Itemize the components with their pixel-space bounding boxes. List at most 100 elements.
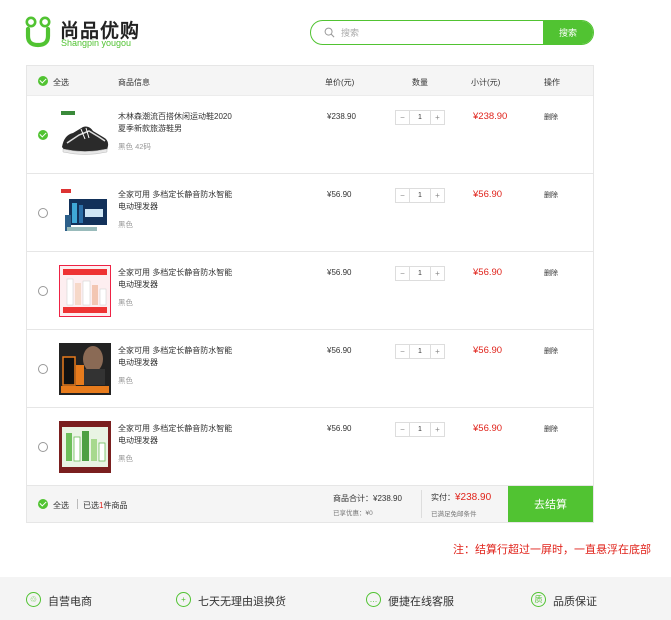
service-label: 七天无理由退换货 [198, 596, 286, 608]
divider [77, 499, 78, 509]
product-name[interactable]: 全家可用 多档定长静音防水智能电动理发器 [118, 267, 238, 291]
sneaker-photo [59, 109, 111, 161]
product-image[interactable] [59, 343, 111, 395]
item-subtotal: ¥56.90 [473, 189, 503, 200]
quality-icon: 质 [531, 592, 546, 607]
service-label: 自营电商 [48, 596, 92, 608]
search-bar: 搜索 [310, 20, 594, 45]
column-product-info: 商品信息 [118, 78, 150, 87]
item-subtotal: ¥238.90 [473, 111, 508, 122]
product-image[interactable] [59, 109, 111, 161]
quantity-value[interactable]: 1 [410, 267, 430, 280]
unit-price: ¥56.90 [327, 268, 352, 277]
increase-button[interactable]: + [430, 189, 444, 202]
search-input[interactable] [341, 21, 541, 44]
cart-item-row: 全家可用 多档定长静音防水智能电动理发器 黑色 ¥56.90 − 1 + ¥56… [27, 252, 593, 330]
skincare-set-photo [59, 265, 111, 317]
logo[interactable]: 尚品优购 Shangpin yougou [25, 16, 165, 50]
cart-item-row: 全家可用 多档定长静音防水智能电动理发器 黑色 ¥56.90 − 1 + ¥56… [27, 330, 593, 408]
checkout-button[interactable]: 去结算 [508, 486, 593, 522]
quantity-value[interactable]: 1 [410, 111, 430, 124]
delete-link[interactable]: 删除 [544, 112, 558, 122]
item-checkbox[interactable] [38, 364, 48, 374]
pay-total: 实付：¥238.90 [431, 492, 492, 503]
product-name[interactable]: 全家可用 多档定长静音防水智能电动理发器 [118, 345, 238, 369]
product-image[interactable] [59, 265, 111, 317]
column-quantity: 数量 [412, 78, 428, 87]
product-image[interactable] [59, 421, 111, 473]
green-skincare-photo [59, 421, 111, 473]
quantity-value[interactable]: 1 [410, 423, 430, 436]
goods-total: 商品合计：¥238.90 [333, 494, 402, 503]
increase-button[interactable]: + [430, 267, 444, 280]
search-button[interactable]: 搜索 [543, 21, 593, 44]
unit-price: ¥56.90 [327, 424, 352, 433]
service-label: 品质保证 [553, 596, 597, 608]
service-bar: ♲ 自营电商 + 七天无理由退换货 … 便捷在线客服 质 品质保证 [0, 577, 671, 620]
decrease-button[interactable]: − [396, 423, 410, 436]
product-name[interactable]: 全家可用 多档定长静音防水智能电动理发器 [118, 423, 238, 447]
discount-text: 已享优惠：¥0 [333, 510, 373, 517]
decrease-button[interactable]: − [396, 111, 410, 124]
design-note: 注：结算行超过一屏时，一直悬浮在底部 [453, 544, 651, 556]
item-subtotal: ¥56.90 [473, 423, 503, 434]
shipping-note: 已满足免邮条件 [431, 511, 477, 518]
quantity-stepper: − 1 + [395, 188, 445, 203]
decrease-button[interactable]: − [396, 345, 410, 358]
product-spec: 黑色 [118, 454, 133, 463]
quantity-stepper: − 1 + [395, 422, 445, 437]
footer-select-all-checkbox[interactable] [38, 499, 48, 509]
product-image[interactable] [59, 187, 111, 239]
item-subtotal: ¥56.90 [473, 267, 503, 278]
increase-button[interactable]: + [430, 423, 444, 436]
item-checkbox[interactable] [38, 442, 48, 452]
cart-header-row: 全选 商品信息 单价(元) 数量 小计(元) 操作 [27, 66, 593, 96]
logo-subtext: Shangpin yougou [61, 38, 132, 48]
product-spec: 黑色 42码 [118, 142, 151, 151]
column-action: 操作 [544, 78, 560, 87]
product-name[interactable]: 全家可用 多档定长静音防水智能电动理发器 [118, 189, 238, 213]
plus-circle-icon: + [176, 592, 191, 607]
increase-button[interactable]: + [430, 111, 444, 124]
cart-item-row: 全家可用 多档定长静音防水智能电动理发器 黑色 ¥56.90 − 1 + ¥56… [27, 174, 593, 252]
product-spec: 黑色 [118, 220, 133, 229]
select-all-label: 全选 [53, 78, 69, 87]
footer-select-all-label: 全选 [53, 501, 69, 510]
quantity-stepper: − 1 + [395, 110, 445, 125]
logo-mark-icon [25, 16, 51, 48]
quantity-value[interactable]: 1 [410, 345, 430, 358]
search-icon [324, 27, 335, 38]
chat-icon: … [366, 592, 381, 607]
unit-price: ¥56.90 [327, 346, 352, 355]
delete-link[interactable]: 删除 [544, 346, 558, 356]
decrease-button[interactable]: − [396, 189, 410, 202]
mens-skincare-photo [59, 343, 111, 395]
product-name[interactable]: 木林森潮流百搭休闲运动鞋2020夏季新款旅游鞋男 [118, 111, 238, 135]
cart-item-row: 木林森潮流百搭休闲运动鞋2020夏季新款旅游鞋男 黑色 42码 ¥238.90 … [27, 96, 593, 174]
column-subtotal: 小计(元) [471, 78, 501, 87]
increase-button[interactable]: + [430, 345, 444, 358]
unit-price: ¥238.90 [327, 112, 356, 121]
decrease-button[interactable]: − [396, 267, 410, 280]
item-subtotal: ¥56.90 [473, 345, 503, 356]
quantity-value[interactable]: 1 [410, 189, 430, 202]
selected-count-text: 已选1件商品 [83, 501, 128, 510]
gift-icon: ♲ [26, 592, 41, 607]
item-checkbox[interactable] [38, 208, 48, 218]
product-spec: 黑色 [118, 298, 133, 307]
divider [421, 490, 422, 518]
skincare-box-photo [59, 187, 111, 239]
select-all-checkbox[interactable] [38, 76, 48, 86]
service-label: 便捷在线客服 [388, 596, 454, 608]
delete-link[interactable]: 删除 [544, 268, 558, 278]
item-checkbox[interactable] [38, 286, 48, 296]
cart-table: 全选 商品信息 单价(元) 数量 小计(元) 操作 木林森潮流百搭休闲运动鞋20… [26, 65, 594, 523]
cart-item-row: 全家可用 多档定长静音防水智能电动理发器 黑色 ¥56.90 − 1 + ¥56… [27, 408, 593, 486]
product-spec: 黑色 [118, 376, 133, 385]
column-unit-price: 单价(元) [325, 78, 355, 87]
delete-link[interactable]: 删除 [544, 424, 558, 434]
delete-link[interactable]: 删除 [544, 190, 558, 200]
item-checkbox[interactable] [38, 130, 48, 140]
quantity-stepper: − 1 + [395, 344, 445, 359]
quantity-stepper: − 1 + [395, 266, 445, 281]
